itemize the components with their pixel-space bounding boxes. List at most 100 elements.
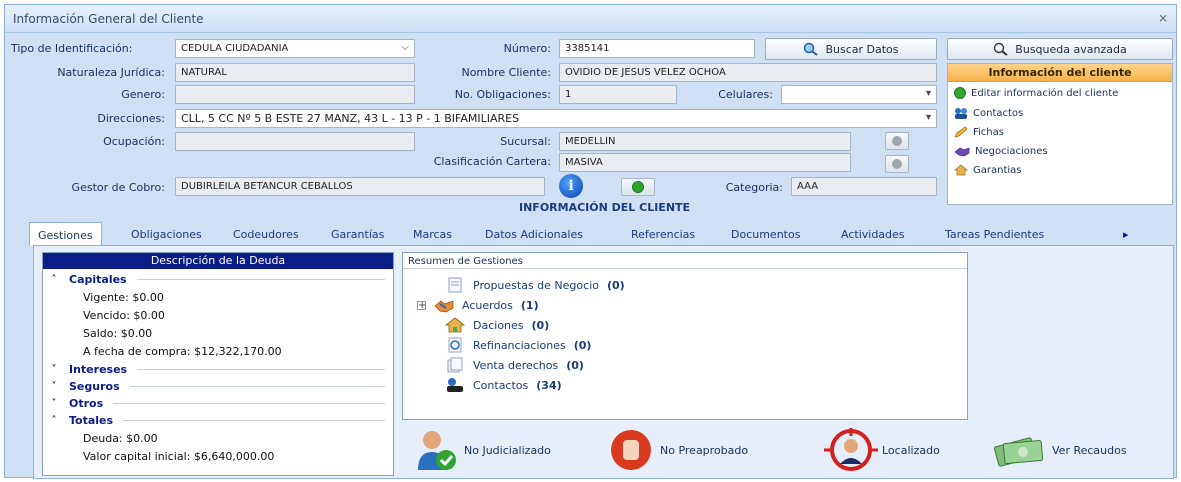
group-otros[interactable]: ˅ Otros xyxy=(49,397,385,410)
divider xyxy=(123,420,385,421)
clasificacion-add-button[interactable] xyxy=(885,155,909,173)
status-preaprobado[interactable]: No Preaprobado xyxy=(606,426,748,474)
contactos-resumen-label: Contactos xyxy=(473,378,529,392)
deuda-value: Deuda: $0.00 xyxy=(83,432,158,445)
negociaciones-label: Negociaciones xyxy=(975,145,1048,157)
status-judicializado-label: No Judicializado xyxy=(464,443,551,457)
group-seguros[interactable]: ˅ Seguros xyxy=(49,380,385,393)
plus-icon xyxy=(892,136,902,146)
chevron-down-icon: ˅ xyxy=(51,364,57,375)
numero-input[interactable]: 3385141 xyxy=(559,39,755,58)
fichas-label: Fichas xyxy=(973,126,1004,138)
contactos-count: (34) xyxy=(536,378,562,392)
categoria-label: Categoria: xyxy=(725,181,783,194)
clasificacion-field: MASIVA xyxy=(559,153,851,172)
tab-bar: Gestiones Obligaciones Codeudores Garant… xyxy=(29,222,1174,246)
negociaciones-link[interactable]: Negociaciones xyxy=(954,145,1048,157)
status-judicializado[interactable]: No Judicializado xyxy=(414,426,551,474)
house-icon xyxy=(445,317,465,333)
naturaleza-field: NATURAL xyxy=(175,63,415,82)
tab-tareas-pendientes[interactable]: Tareas Pendientes xyxy=(937,222,1052,246)
propuestas-label: Propuestas de Negocio xyxy=(473,278,599,292)
obligaciones-field: 1 xyxy=(559,85,677,104)
resumen-propuestas[interactable]: Propuestas de Negocio (0) xyxy=(445,277,625,293)
tab-scroll-right-icon[interactable]: ▸ xyxy=(1115,222,1137,246)
resumen-refinanciaciones[interactable]: Refinanciaciones (0) xyxy=(445,337,591,353)
fichas-link[interactable]: Fichas xyxy=(954,126,1004,138)
celulares-label: Celulares: xyxy=(718,88,773,101)
celulares-select[interactable]: ▾ xyxy=(781,85,937,104)
tab-actividades[interactable]: Actividades xyxy=(833,222,913,246)
close-icon[interactable]: ⨯ xyxy=(1158,11,1168,25)
tab-datos-adicionales[interactable]: Datos Adicionales xyxy=(477,222,591,246)
venta-derechos-label: Venta derechos xyxy=(473,358,559,372)
chevron-down-icon: ˅ xyxy=(51,398,57,409)
resumen-venta-derechos[interactable]: Venta derechos (0) xyxy=(445,357,584,373)
numero-label: Número: xyxy=(503,42,551,55)
tab-garantias[interactable]: Garantías xyxy=(323,222,392,246)
gestor-value: DUBIRLEILA BETANCUR CEBALLOS xyxy=(181,181,353,192)
direcciones-value: CLL, 5 CC Nº 5 B ESTE 27 MANZ, 43 L - 13… xyxy=(181,112,520,125)
naturaleza-value: NATURAL xyxy=(181,67,227,78)
nombre-label: Nombre Cliente: xyxy=(461,66,551,79)
chevron-down-icon: ˅ xyxy=(51,381,57,392)
group-capitales[interactable]: ˄ Capitales xyxy=(49,273,385,286)
status-preaprobado-label: No Preaprobado xyxy=(660,443,749,457)
tipo-id-value: CEDULA CIUDADANIA xyxy=(181,43,289,54)
resumen-daciones[interactable]: Daciones (0) xyxy=(445,317,549,333)
gestor-label: Gestor de Cobro: xyxy=(71,181,165,194)
tab-marcas[interactable]: Marcas xyxy=(405,222,460,246)
plus-icon xyxy=(632,181,644,193)
edit-icon xyxy=(954,87,966,99)
expand-icon[interactable]: + xyxy=(417,300,426,310)
refinanciaciones-count: (0) xyxy=(573,338,592,352)
client-info-window: Información General del Cliente ⨯ Tipo d… xyxy=(4,4,1177,479)
ver-recaudos-label: Ver Recaudos xyxy=(1052,443,1127,457)
info-icon[interactable]: i xyxy=(559,174,583,198)
tab-referencias[interactable]: Referencias xyxy=(623,222,703,246)
editar-info-link[interactable]: Editar información del cliente xyxy=(954,87,1118,99)
acuerdos-count: (1) xyxy=(520,298,539,312)
tab-gestiones[interactable]: Gestiones xyxy=(29,222,102,246)
status-localizado[interactable]: Localizado xyxy=(824,426,940,474)
group-otros-label: Otros xyxy=(69,397,104,410)
resumen-acuerdos[interactable]: + Acuerdos (1) xyxy=(417,297,539,313)
clasificacion-label: Clasificación Cartera: xyxy=(433,155,551,168)
debt-description-panel: Descripción de la Deuda ˄ Capitales Vige… xyxy=(42,252,394,476)
ocupacion-field xyxy=(175,132,415,151)
gestor-add-button[interactable] xyxy=(621,178,655,196)
garantias-link[interactable]: Garantias xyxy=(954,164,1022,176)
buscar-datos-label: Buscar Datos xyxy=(825,42,899,56)
direcciones-select[interactable]: CLL, 5 CC Nº 5 B ESTE 27 MANZ, 43 L - 13… xyxy=(175,109,937,128)
tab-obligaciones[interactable]: Obligaciones xyxy=(123,222,210,246)
busqueda-avanzada-label: Busqueda avanzada xyxy=(1015,42,1127,56)
info-panel-header: Información del cliente xyxy=(948,64,1172,82)
buscar-datos-button[interactable]: Buscar Datos xyxy=(765,38,937,60)
fecha-compra-value: A fecha de compra: $12,322,170.00 xyxy=(83,345,282,358)
dropdown-arrow-icon: ▾ xyxy=(925,88,931,99)
sucursal-add-button[interactable] xyxy=(885,132,909,150)
ver-recaudos-button[interactable]: Ver Recaudos xyxy=(992,426,1127,474)
group-capitales-label: Capitales xyxy=(69,273,127,286)
group-totales[interactable]: ˄ Totales xyxy=(49,414,385,427)
busqueda-avanzada-button[interactable]: Busqueda avanzada xyxy=(947,38,1173,60)
gestiones-panel: Descripción de la Deuda ˄ Capitales Vige… xyxy=(33,245,1174,479)
pencil-icon xyxy=(954,126,968,138)
contactos-label: Contactos xyxy=(973,107,1024,119)
tab-codeudores[interactable]: Codeudores xyxy=(225,222,307,246)
group-intereses[interactable]: ˅ Intereses xyxy=(49,363,385,376)
tipo-id-select[interactable]: CEDULA CIUDADANIA ⌵ xyxy=(175,39,415,58)
divider xyxy=(129,386,385,387)
editar-info-label: Editar información del cliente xyxy=(971,87,1119,99)
tab-documentos[interactable]: Documentos xyxy=(723,222,808,246)
contactos-link[interactable]: Contactos xyxy=(954,107,1023,119)
resumen-contactos[interactable]: Contactos (34) xyxy=(445,377,562,393)
title-bar: Información General del Cliente ⨯ xyxy=(5,5,1176,33)
nombre-field: OVIDIO DE JESUS VELEZ OCHOA xyxy=(559,63,937,82)
venta-derechos-count: (0) xyxy=(566,358,584,372)
window-title: Información General del Cliente xyxy=(13,12,204,26)
dropdown-arrow-icon: ▾ xyxy=(925,112,931,123)
direcciones-label: Direcciones: xyxy=(97,112,165,125)
vigente-value: Vigente: $0.00 xyxy=(83,291,164,304)
tipo-id-label: Tipo de Identificación: xyxy=(11,42,133,55)
